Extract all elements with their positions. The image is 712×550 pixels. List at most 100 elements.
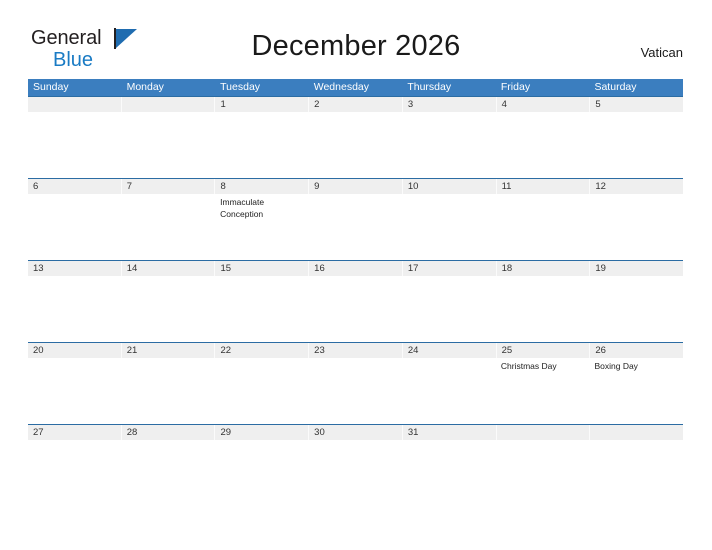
date-number[interactable]: 1 [215,97,310,112]
calendar-week-row: 13 14 15 16 17 18 19 [28,260,683,342]
day-cell[interactable] [496,194,590,260]
calendar-week-row: 27 28 29 30 31 [28,424,683,506]
date-number[interactable]: 2 [309,97,403,112]
day-cell[interactable]: Immaculate Conception [215,194,309,260]
day-cell[interactable] [28,358,122,424]
event-label: Christmas Day [500,361,557,371]
date-number[interactable]: 19 [590,261,683,276]
date-number[interactable]: 31 [403,425,497,440]
date-number[interactable]: 14 [122,261,216,276]
event-strip [28,276,683,342]
date-number[interactable]: 6 [28,179,122,194]
date-strip: 20 21 22 23 24 25 26 [28,342,683,358]
date-number[interactable]: 11 [497,179,591,194]
calendar-week-row: 1 2 3 4 5 [28,96,683,178]
weekday-thursday: Thursday [407,81,452,93]
date-number[interactable]: 27 [28,425,122,440]
date-number[interactable]: 20 [28,343,122,358]
day-cell[interactable] [28,112,122,178]
date-number[interactable] [497,425,591,440]
event-strip [28,112,683,178]
date-number[interactable] [590,425,683,440]
date-number[interactable]: 18 [497,261,591,276]
event-label: Immaculate Conception [220,197,265,219]
date-strip: 6 7 8 9 10 11 12 [28,178,683,194]
date-number[interactable]: 24 [403,343,497,358]
day-cell[interactable] [589,440,683,506]
day-cell[interactable] [122,112,216,178]
weekday-tuesday: Tuesday [220,81,261,93]
date-number[interactable]: 12 [590,179,683,194]
date-number[interactable]: 13 [28,261,122,276]
calendar-page: General Blue December 2026 Vatican Sunda… [0,0,712,550]
date-number[interactable]: 15 [215,261,310,276]
date-number[interactable] [28,97,122,112]
day-cell[interactable]: Christmas Day [496,358,590,424]
day-cell[interactable] [28,276,122,342]
weekday-friday: Friday [500,81,531,93]
date-number[interactable]: 28 [122,425,216,440]
date-number[interactable]: 4 [497,97,591,112]
date-number[interactable]: 5 [590,97,683,112]
weekday-sunday: Sunday [33,81,69,93]
date-number[interactable]: 30 [309,425,403,440]
day-cell[interactable] [122,358,216,424]
date-strip: 1 2 3 4 5 [28,96,683,112]
day-cell[interactable] [122,276,216,342]
date-number[interactable]: 25 [497,343,591,358]
day-cell[interactable] [496,112,590,178]
day-cell[interactable]: Boxing Day [589,358,683,424]
date-number[interactable]: 22 [215,343,310,358]
day-cell[interactable] [215,112,309,178]
day-cell[interactable] [402,358,496,424]
date-strip: 27 28 29 30 31 [28,424,683,440]
day-cell[interactable] [215,276,309,342]
day-cell[interactable] [402,112,496,178]
day-cell[interactable] [496,276,590,342]
day-cell[interactable] [215,358,309,424]
day-cell[interactable] [496,440,590,506]
date-number[interactable]: 7 [122,179,216,194]
date-number[interactable]: 26 [590,343,683,358]
day-cell[interactable] [402,276,496,342]
day-cell[interactable] [589,112,683,178]
day-cell[interactable] [122,440,216,506]
day-cell[interactable] [122,194,216,260]
date-number[interactable]: 3 [403,97,497,112]
day-cell[interactable] [215,440,309,506]
day-cell[interactable] [309,440,403,506]
weekday-monday: Monday [126,81,164,93]
day-cell[interactable] [589,194,683,260]
date-number[interactable]: 10 [403,179,497,194]
weekday-header-row: Sunday Monday Tuesday Wednesday Thursday… [28,79,683,96]
date-number[interactable] [122,97,216,112]
day-cell[interactable] [402,440,496,506]
event-label: Boxing Day [594,361,638,371]
event-strip: Christmas Day Boxing Day [28,358,683,424]
calendar-week-row: 6 7 8 9 10 11 12 Immaculate Conception [28,178,683,260]
date-number[interactable]: 29 [215,425,310,440]
date-number[interactable]: 16 [309,261,403,276]
day-cell[interactable] [309,194,403,260]
day-cell[interactable] [589,276,683,342]
day-cell[interactable] [309,358,403,424]
calendar-week-row: 20 21 22 23 24 25 26 Christmas Day Boxin… [28,342,683,424]
country-label: Vatican [640,45,683,60]
date-number[interactable]: 23 [309,343,403,358]
day-cell[interactable] [309,112,403,178]
event-strip [28,440,683,506]
date-number[interactable]: 8 [215,179,310,194]
weekday-saturday: Saturday [594,81,637,93]
date-strip: 13 14 15 16 17 18 19 [28,260,683,276]
day-cell[interactable] [309,276,403,342]
day-cell[interactable] [28,440,122,506]
event-strip: Immaculate Conception [28,194,683,260]
weekday-wednesday: Wednesday [313,81,369,93]
date-number[interactable]: 21 [122,343,216,358]
calendar-grid: Sunday Monday Tuesday Wednesday Thursday… [28,79,683,506]
date-number[interactable]: 9 [309,179,403,194]
date-number[interactable]: 17 [403,261,497,276]
day-cell[interactable] [28,194,122,260]
day-cell[interactable] [402,194,496,260]
page-header: General Blue December 2026 Vatican [0,0,712,70]
